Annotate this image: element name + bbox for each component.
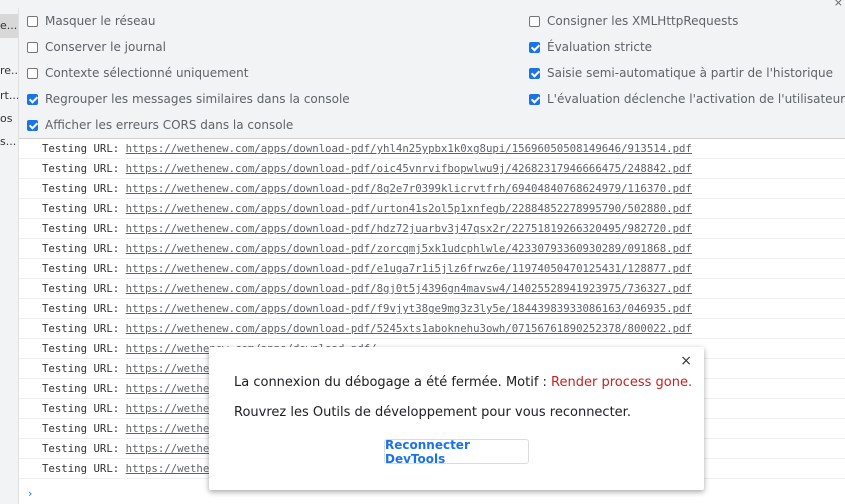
log-url-link[interactable]: https://wethenew.com/apps/download-pdf/8… [126,182,692,195]
log-prefix: Testing URL: [42,162,126,175]
setting-label: Contexte sélectionné uniquement [45,66,249,80]
dialog-close-icon[interactable]: × [680,353,692,369]
console-prompt-icon[interactable]: › [28,487,32,500]
log-prefix: Testing URL: [42,222,126,235]
setting-autocomplete-history[interactable]: Saisie semi-automatique à partir de l'hi… [529,64,833,82]
sidebar-item[interactable]: re... [0,59,18,83]
setting-log-xhr[interactable]: Consigner les XMLHttpRequests [529,12,738,30]
setting-label: Regrouper les messages similaires dans l… [45,92,350,106]
setting-hide-network[interactable]: Masquer le réseau [27,12,156,30]
log-url-link[interactable]: https://wethenew.com/apps/download-pdf/h… [126,222,692,235]
log-row: Testing URL: https://wethenew.com/apps/d… [19,159,845,179]
dialog-message-text: La connexion du débogage a été fermée. M… [234,375,552,390]
log-url-link[interactable]: https://wethenew.com/apps/download-pdf/o… [126,162,692,175]
disconnected-dialog: × La connexion du débogage a été fermée.… [209,347,704,490]
log-prefix: Testing URL: [42,302,126,315]
checkbox-checked[interactable] [27,93,38,105]
setting-show-cors-errors[interactable]: Afficher les erreurs CORS dans la consol… [27,116,293,134]
checkbox-checked[interactable] [529,41,540,53]
dialog-instruction: Rouvrez les Outils de développement pour… [234,405,631,420]
log-row: Testing URL: https://wethenew.com/apps/d… [19,279,845,299]
setting-label: L'évaluation déclenche l'activation de l… [547,92,845,106]
log-prefix: Testing URL: [42,142,126,155]
setting-group-similar[interactable]: Regrouper les messages similaires dans l… [27,90,350,108]
setting-label: Évaluation stricte [547,40,653,54]
log-row: Testing URL: https://wethenew.com/apps/d… [19,319,845,339]
log-row: Testing URL: https://wethenew.com/apps/d… [19,179,845,199]
log-prefix: Testing URL: [42,382,126,395]
log-prefix: Testing URL: [42,282,126,295]
log-url-link[interactable]: https://wethenew.com/apps/download-pdf/8… [126,282,692,295]
dialog-reason: Render process gone. [551,375,693,390]
log-prefix: Testing URL: [42,362,126,375]
log-url-link[interactable]: https://wethenew.com/apps/download-pdf/y… [126,142,692,155]
checkbox-checked[interactable] [27,119,38,131]
log-row: Testing URL: https://wethenew.com/apps/d… [19,239,845,259]
log-prefix: Testing URL: [42,202,126,215]
log-prefix: Testing URL: [42,242,126,255]
setting-label: Masquer le réseau [45,14,156,28]
log-row: Testing URL: https://wethenew.com/apps/d… [19,219,845,239]
sidebar-item[interactable]: os [0,107,18,131]
setting-selected-context-only[interactable]: Contexte sélectionné uniquement [27,64,248,82]
sidebar-item[interactable]: rt... [0,84,18,108]
checkbox-checked[interactable] [529,67,540,79]
log-url-link[interactable]: https://wethenew.com/apps/download-pdf/5… [126,322,692,335]
setting-label: Afficher les erreurs CORS dans la consol… [45,118,294,132]
checkbox[interactable] [529,15,540,27]
log-prefix: Testing URL: [42,442,126,455]
log-row: Testing URL: https://wethenew.com/apps/d… [19,199,845,219]
sidebar: e... re... rt... os s... [0,8,19,504]
log-prefix: Testing URL: [42,342,126,355]
checkbox-checked[interactable] [529,93,540,105]
reconnect-devtools-button[interactable]: Reconnecter DevTools [384,438,529,466]
log-prefix: Testing URL: [42,422,126,435]
checkbox[interactable] [27,67,38,79]
log-prefix: Testing URL: [42,462,126,475]
log-prefix: Testing URL: [42,402,126,415]
setting-preserve-log[interactable]: Conserver le journal [27,38,166,56]
setting-label: Consigner les XMLHttpRequests [547,14,739,28]
log-url-link[interactable]: https://wethenew.com/apps/download-pdf/f… [126,302,692,315]
log-url-link[interactable]: https://wethenew.com/apps/download-pdf/e… [126,262,692,275]
checkbox[interactable] [27,41,38,53]
setting-label: Conserver le journal [45,40,166,54]
log-prefix: Testing URL: [42,262,126,275]
log-row: Testing URL: https://wethenew.com/apps/d… [19,259,845,279]
log-prefix: Testing URL: [42,182,126,195]
sidebar-item[interactable]: e... [0,14,18,38]
setting-eager-evaluation[interactable]: Évaluation stricte [529,38,652,56]
log-row: Testing URL: https://wethenew.com/apps/d… [19,139,845,159]
log-url-link[interactable]: https://wethenew.com/apps/download-pdf/u… [126,202,692,215]
log-row: Testing URL: https://wethenew.com/apps/d… [19,299,845,319]
sidebar-item[interactable]: s... [0,130,18,154]
setting-label: Saisie semi-automatique à partir de l'hi… [547,66,834,80]
setting-user-activation[interactable]: L'évaluation déclenche l'activation de l… [529,90,845,108]
log-url-link[interactable]: https://wethenew.com/apps/download-pdf/z… [126,242,692,255]
dialog-message: La connexion du débogage a été fermée. M… [234,375,692,390]
checkbox[interactable] [27,15,38,27]
console-settings-panel: Masquer le réseau Conserver le journal C… [19,8,845,139]
log-prefix: Testing URL: [42,322,126,335]
